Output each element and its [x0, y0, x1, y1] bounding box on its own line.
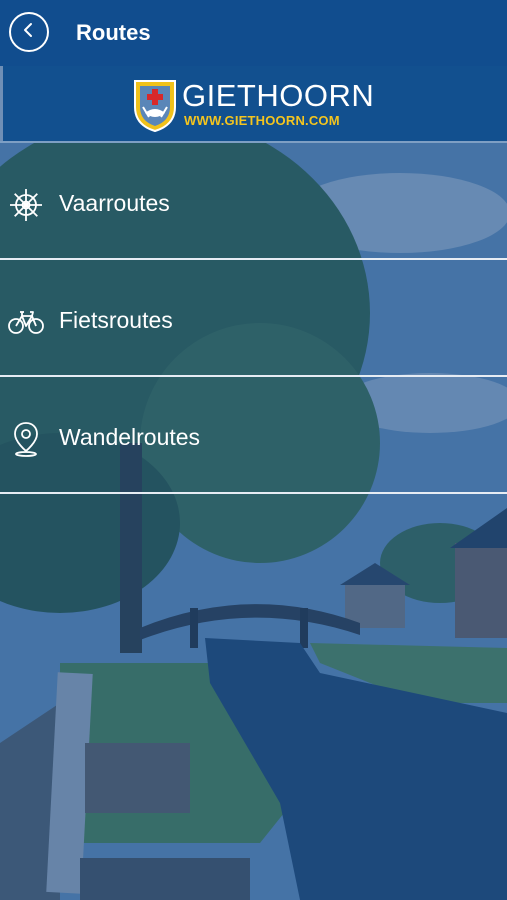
coat-of-arms-icon — [134, 80, 176, 133]
back-button[interactable] — [9, 12, 49, 52]
logo-banner: GIETHOORN WWW.GIETHOORN.COM — [0, 66, 507, 142]
routes-menu: Vaarroutes Fietsroutes Wandelroutes — [0, 143, 507, 494]
logo-brand-text: GIETHOORN — [182, 78, 375, 113]
giethoorn-logo: GIETHOORN WWW.GIETHOORN.COM — [131, 77, 381, 133]
menu-item-label: Vaarroutes — [59, 190, 170, 216]
menu-item-label: Wandelroutes — [59, 424, 201, 450]
menu-item-fietsroutes[interactable]: Fietsroutes — [0, 260, 507, 377]
map-pin-icon — [8, 421, 44, 457]
ship-wheel-icon — [8, 187, 44, 223]
app-bar: Routes — [0, 0, 507, 66]
menu-item-vaarroutes[interactable]: Vaarroutes — [0, 143, 507, 260]
menu-item-wandelroutes[interactable]: Wandelroutes — [0, 377, 507, 494]
chevron-left-icon — [21, 22, 37, 43]
page-title: Routes — [76, 20, 151, 45]
menu-item-label: Fietsroutes — [59, 307, 173, 333]
logo-url-text: WWW.GIETHOORN.COM — [184, 113, 340, 128]
banner-accent-line — [0, 66, 3, 142]
bicycle-icon — [8, 304, 44, 340]
